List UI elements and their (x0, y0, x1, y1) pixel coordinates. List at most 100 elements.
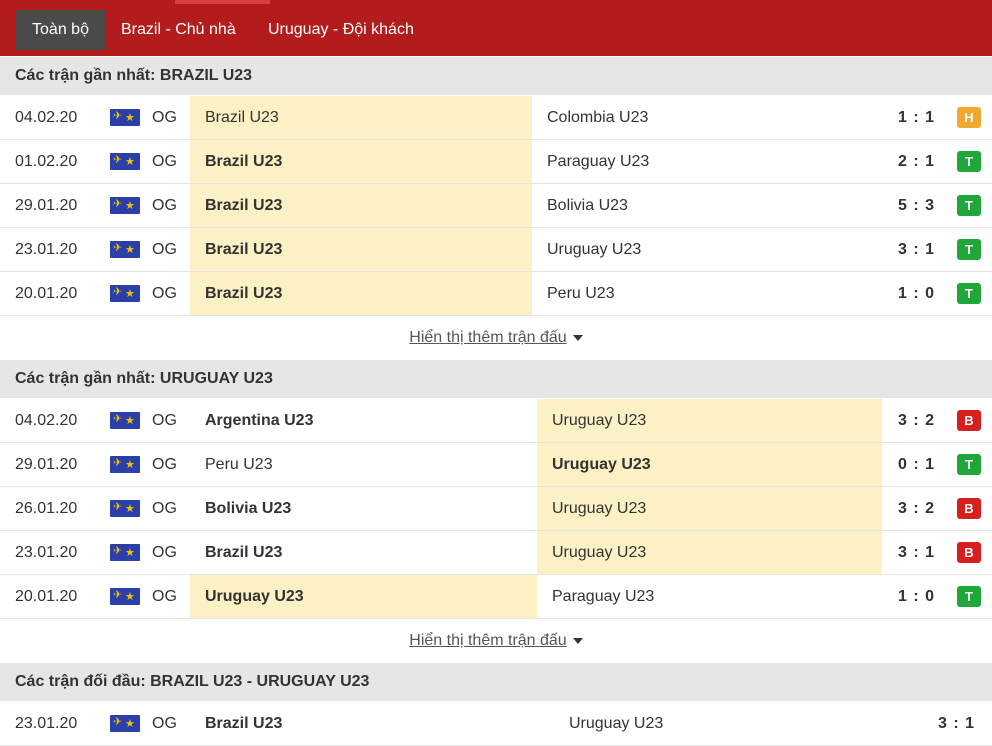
away-team[interactable]: Paraguay U23 (552, 575, 654, 618)
away-team[interactable]: Uruguay U23 (552, 399, 646, 442)
league-label: OG (152, 456, 177, 473)
match-score[interactable]: 3 : 1 (900, 702, 975, 745)
caret-down-icon (572, 637, 583, 644)
caret-down-icon (572, 334, 583, 341)
league-label: OG (152, 197, 177, 214)
match-score[interactable]: 1 : 0 (860, 272, 935, 315)
match-score[interactable]: 5 : 3 (860, 184, 935, 227)
league-label: OG (152, 412, 177, 429)
world-flag-icon: ✈ ★ (110, 197, 140, 214)
result-badge-win: T (957, 586, 981, 607)
match-row[interactable]: 23.01.20 ✈ ★ OG Brazil U23 Uruguay U23 3 … (0, 228, 992, 272)
result-badge-loss: B (957, 542, 981, 563)
home-team[interactable]: Brazil U23 (205, 184, 282, 227)
world-flag-icon: ✈ ★ (110, 500, 140, 517)
league-label: OG (152, 241, 177, 258)
match-date: 26.01.20 (15, 500, 78, 517)
world-flag-icon: ✈ ★ (110, 544, 140, 561)
match-date: 20.01.20 (15, 588, 78, 605)
show-more-container: Hiển thị thêm trận đấu (0, 620, 992, 662)
match-date: 23.01.20 (15, 715, 78, 732)
away-team[interactable]: Colombia U23 (547, 96, 648, 139)
tab-all[interactable]: Toàn bộ (15, 10, 106, 50)
match-row[interactable]: 04.02.20 ✈ ★ OG Brazil U23 Colombia U23 1… (0, 96, 992, 140)
result-badge-loss: B (957, 410, 981, 431)
home-team[interactable]: Brazil U23 (205, 228, 282, 271)
match-row[interactable]: 20.01.20 ✈ ★ OG Uruguay U23 Paraguay U23 … (0, 575, 992, 619)
show-more-container: Hiển thị thêm trận đấu (0, 317, 992, 359)
league-label: OG (152, 588, 177, 605)
result-badge-loss: B (957, 498, 981, 519)
show-more-link[interactable]: Hiển thị thêm trận đấu (409, 632, 566, 649)
home-team[interactable]: Brazil U23 (205, 531, 282, 574)
match-row[interactable]: 04.02.20 ✈ ★ OG Argentina U23 Uruguay U23… (0, 399, 992, 443)
world-flag-icon: ✈ ★ (110, 153, 140, 170)
match-score[interactable]: 1 : 1 (860, 96, 935, 139)
match-score[interactable]: 3 : 1 (860, 531, 935, 574)
home-team[interactable]: Uruguay U23 (205, 575, 304, 618)
result-badge-win: T (957, 151, 981, 172)
match-date: 23.01.20 (15, 241, 78, 258)
away-team[interactable]: Uruguay U23 (552, 487, 646, 530)
match-score[interactable]: 3 : 1 (860, 228, 935, 271)
match-date: 29.01.20 (15, 456, 78, 473)
section-header-head-to-head: Các trận đối đầu: BRAZIL U23 - URUGUAY U… (0, 663, 992, 701)
world-flag-icon: ✈ ★ (110, 588, 140, 605)
match-row[interactable]: 23.01.20 ✈ ★ OG Brazil U23 Uruguay U23 3 … (0, 702, 992, 746)
result-badge-win: T (957, 195, 981, 216)
match-score[interactable]: 3 : 2 (860, 399, 935, 442)
world-flag-icon: ✈ ★ (110, 412, 140, 429)
world-flag-icon: ✈ ★ (110, 456, 140, 473)
away-team[interactable]: Peru U23 (547, 272, 615, 315)
tab-accent-line (175, 0, 270, 4)
result-badge-draw: H (957, 107, 981, 128)
home-team[interactable]: Brazil U23 (205, 702, 282, 745)
home-team[interactable]: Brazil U23 (205, 140, 282, 183)
home-team[interactable]: Peru U23 (205, 443, 273, 486)
match-row[interactable]: 26.01.20 ✈ ★ OG Bolivia U23 Uruguay U23 3… (0, 487, 992, 531)
tab-uruguay-away[interactable]: Uruguay - Đội khách (268, 10, 414, 50)
league-label: OG (152, 500, 177, 517)
match-score[interactable]: 3 : 2 (860, 487, 935, 530)
home-team[interactable]: Bolivia U23 (205, 487, 291, 530)
world-flag-icon: ✈ ★ (110, 715, 140, 732)
match-row[interactable]: 23.01.20 ✈ ★ OG Brazil U23 Uruguay U23 3 … (0, 531, 992, 575)
match-date: 04.02.20 (15, 412, 78, 429)
home-team[interactable]: Brazil U23 (205, 96, 279, 139)
league-label: OG (152, 715, 177, 732)
match-date: 23.01.20 (15, 544, 78, 561)
result-badge-win: T (957, 454, 981, 475)
away-team[interactable]: Uruguay U23 (569, 702, 663, 745)
match-date: 20.01.20 (15, 285, 78, 302)
league-label: OG (152, 153, 177, 170)
league-label: OG (152, 544, 177, 561)
show-more-link[interactable]: Hiển thị thêm trận đấu (409, 329, 566, 346)
home-team[interactable]: Brazil U23 (205, 272, 282, 315)
match-row[interactable]: 01.02.20 ✈ ★ OG Brazil U23 Paraguay U23 2… (0, 140, 992, 184)
section-header-uruguay: Các trận gần nhất: URUGUAY U23 (0, 360, 992, 398)
match-date: 29.01.20 (15, 197, 78, 214)
away-team[interactable]: Uruguay U23 (547, 228, 641, 271)
home-team[interactable]: Argentina U23 (205, 399, 313, 442)
match-row[interactable]: 20.01.20 ✈ ★ OG Brazil U23 Peru U23 1 : 0… (0, 272, 992, 316)
world-flag-icon: ✈ ★ (110, 285, 140, 302)
match-score[interactable]: 2 : 1 (860, 140, 935, 183)
match-score[interactable]: 1 : 0 (860, 575, 935, 618)
away-team[interactable]: Uruguay U23 (552, 531, 646, 574)
section-header-brazil: Các trận gần nhất: BRAZIL U23 (0, 57, 992, 95)
world-flag-icon: ✈ ★ (110, 109, 140, 126)
away-team[interactable]: Bolivia U23 (547, 184, 628, 227)
tab-bar: Toàn bộ Brazil - Chủ nhà Uruguay - Đội k… (0, 0, 992, 56)
league-label: OG (152, 285, 177, 302)
tab-brazil-home[interactable]: Brazil - Chủ nhà (121, 10, 236, 50)
away-team[interactable]: Paraguay U23 (547, 140, 649, 183)
away-team[interactable]: Uruguay U23 (552, 443, 651, 486)
match-row[interactable]: 29.01.20 ✈ ★ OG Brazil U23 Bolivia U23 5 … (0, 184, 992, 228)
result-badge-win: T (957, 283, 981, 304)
result-badge-win: T (957, 239, 981, 260)
match-date: 04.02.20 (15, 109, 78, 126)
match-score[interactable]: 0 : 1 (860, 443, 935, 486)
world-flag-icon: ✈ ★ (110, 241, 140, 258)
match-row[interactable]: 29.01.20 ✈ ★ OG Peru U23 Uruguay U23 0 : … (0, 443, 992, 487)
league-label: OG (152, 109, 177, 126)
